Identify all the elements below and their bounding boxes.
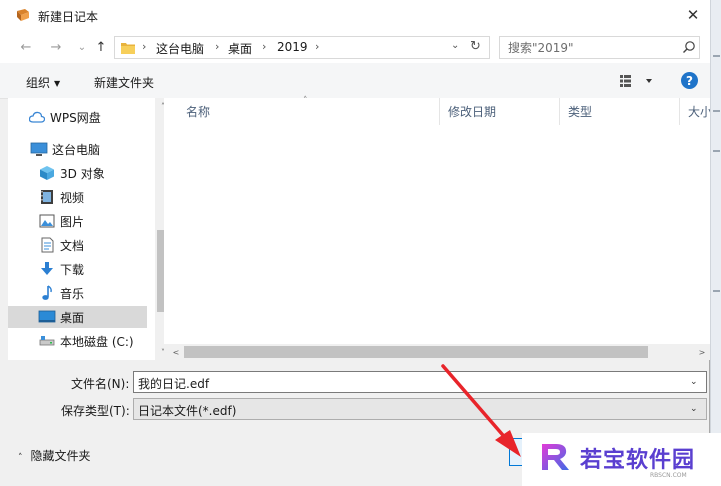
new-folder-button[interactable]: 新建文件夹: [94, 74, 154, 91]
hide-folders-button[interactable]: ˄ 隐藏文件夹: [18, 447, 91, 464]
column-header-name[interactable]: 名称: [178, 98, 440, 125]
sidebar-item-label: 图片: [60, 214, 85, 229]
breadcrumb-separator: ›: [215, 40, 220, 53]
background-mark: [713, 290, 720, 292]
background-mark: [713, 150, 720, 152]
filetype-select[interactable]: 日记本文件(*.edf) ⌄: [133, 398, 707, 420]
computer-icon: [30, 142, 48, 156]
breadcrumb-this-pc[interactable]: 这台电脑: [156, 40, 204, 57]
navigation-bar: ← → ⌄ ↑ › 这台电脑 › 桌面 › 2019 › ⌄ ↻: [0, 31, 710, 63]
sidebar-item-label: 音乐: [60, 286, 85, 301]
sidebar-item-label: 桌面: [60, 310, 85, 325]
background-window-strip: [710, 0, 721, 486]
sidebar-item-desktop[interactable]: 桌面: [8, 306, 147, 328]
scrollbar-thumb[interactable]: [184, 346, 648, 358]
watermark-subtext: RBSCN.COM: [650, 472, 687, 479]
cloud-icon: [29, 111, 45, 123]
breadcrumb-separator: ›: [262, 40, 267, 53]
forward-arrow-icon: →: [50, 39, 62, 55]
refresh-icon[interactable]: ↻: [470, 39, 481, 54]
close-icon: ✕: [686, 6, 700, 24]
filetype-label: 保存类型(T):: [61, 404, 130, 418]
help-button[interactable]: ?: [681, 72, 698, 89]
breadcrumb-separator: ›: [142, 40, 147, 53]
watermark-text: 若宝软件园: [580, 448, 696, 473]
chevron-right-icon: >: [698, 347, 706, 357]
window-title: 新建日记本: [38, 10, 99, 24]
caret-down-icon: ▼: [54, 79, 61, 88]
address-dropdown-icon[interactable]: ⌄: [451, 40, 459, 51]
back-arrow-icon: ←: [20, 39, 32, 55]
scroll-right-button[interactable]: >: [694, 344, 710, 360]
watermark-banner: 若宝软件园 RBSCN.COM: [522, 433, 721, 486]
sidebar-item-label: 这台电脑: [52, 142, 101, 157]
file-list-pane[interactable]: ˄ 名称 修改日期 类型 大小 < >: [164, 96, 710, 360]
hide-folders-label: 隐藏文件夹: [30, 449, 91, 463]
chevron-left-icon: <: [172, 347, 180, 357]
column-label: 名称: [186, 105, 211, 119]
cube-3d-icon: [40, 166, 54, 180]
organize-button[interactable]: 组织 ▼: [26, 74, 60, 91]
sidebar-item-label: WPS网盘: [50, 110, 101, 125]
view-options-icon[interactable]: [619, 73, 655, 89]
close-button[interactable]: ✕: [680, 3, 706, 27]
column-header-type[interactable]: 类型: [560, 98, 680, 125]
sidebar-item-label: 3D 对象: [60, 166, 105, 181]
title-bar: 新建日记本 ✕: [0, 0, 710, 31]
background-mark: [713, 55, 720, 57]
chevron-down-icon: ⌄: [77, 41, 87, 53]
chevron-down-icon[interactable]: ⌄: [690, 377, 698, 387]
column-label: 大小: [688, 105, 710, 119]
document-icon: [41, 237, 53, 253]
forward-button[interactable]: →: [45, 36, 67, 58]
sidebar-item-this-pc[interactable]: 这台电脑: [30, 138, 169, 160]
column-label: 修改日期: [448, 105, 497, 119]
search-box[interactable]: [499, 36, 700, 59]
command-toolbar: 组织 ▼ 新建文件夹 ?: [0, 63, 710, 99]
search-icon: [683, 41, 695, 53]
breadcrumb-2019[interactable]: 2019: [277, 40, 308, 54]
sidebar-item-wps-cloud[interactable]: WPS网盘: [28, 106, 167, 128]
scroll-left-button[interactable]: <: [168, 344, 184, 360]
filetype-value: 日记本文件(*.edf): [138, 404, 237, 418]
sidebar-item-label: 下载: [60, 262, 85, 277]
up-button[interactable]: ↑: [90, 36, 112, 58]
breadcrumb-separator: ›: [315, 40, 320, 53]
chevron-down-icon[interactable]: ⌄: [690, 404, 698, 414]
search-input[interactable]: [508, 39, 678, 56]
back-button[interactable]: ←: [15, 36, 37, 58]
download-icon: [41, 262, 53, 275]
sidebar-item-label: 本地磁盘 (C:): [60, 334, 134, 349]
navigation-pane: WPS网盘 这台电脑 3D 对象 视频 图片 文档 下载 音乐 桌面 本地磁盘 …: [8, 98, 171, 360]
filename-label: 文件名(N):: [71, 377, 130, 391]
chevron-up-icon: ˄: [18, 453, 23, 463]
desktop-icon: [38, 310, 56, 323]
breadcrumb-desktop[interactable]: 桌面: [228, 40, 252, 57]
help-icon: ?: [686, 73, 693, 88]
save-dialog: 新建日记本 ✕ ← → ⌄ ↑ › 这台电脑 › 桌面 › 2019 › ⌄ ↻…: [0, 0, 710, 486]
music-icon: [42, 285, 52, 300]
video-icon: [41, 190, 53, 204]
sidebar-item-label: 视频: [60, 190, 85, 205]
picture-icon: [39, 214, 55, 228]
drive-icon: [39, 336, 55, 346]
filename-value: 我的日记.edf: [138, 377, 210, 391]
filename-field[interactable]: 我的日记.edf ⌄: [133, 371, 707, 393]
watermark-logo-icon: [542, 444, 569, 470]
column-label: 类型: [568, 105, 593, 119]
up-arrow-icon: ↑: [95, 39, 107, 55]
diary-book-icon: [17, 9, 29, 21]
organize-label: 组织: [26, 76, 51, 90]
background-mark: [713, 110, 720, 112]
column-header-modified[interactable]: 修改日期: [440, 98, 560, 125]
folder-icon: [121, 43, 135, 54]
column-header-size[interactable]: 大小: [680, 98, 710, 125]
file-list-scrollbar[interactable]: < >: [164, 344, 710, 360]
address-bar[interactable]: › 这台电脑 › 桌面 › 2019 › ⌄ ↻: [114, 36, 490, 59]
sidebar-item-label: 文档: [60, 238, 85, 253]
